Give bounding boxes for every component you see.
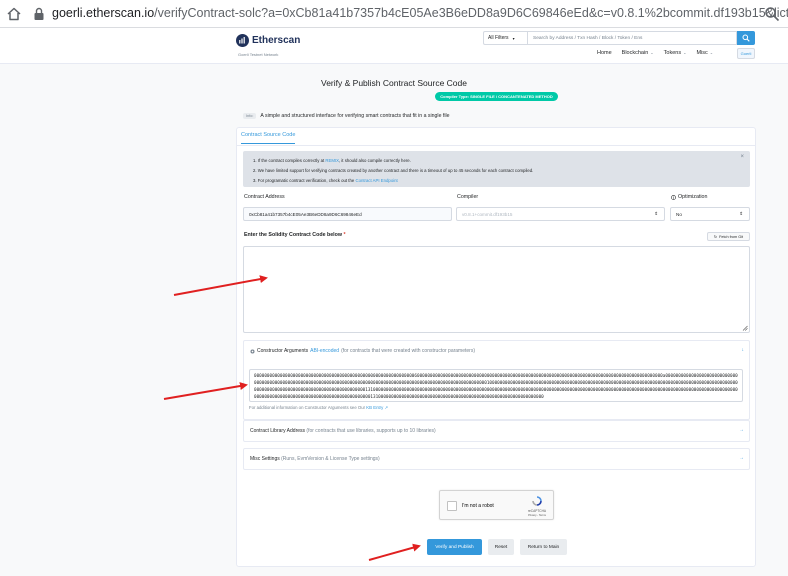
- search-placeholder: Search by Address / Txn Hash / Block / T…: [533, 35, 643, 41]
- select-arrows-icon: ⇕: [654, 211, 658, 216]
- optimization-label-row: Optimization: [671, 194, 707, 200]
- compiler-select[interactable]: v0.8.1+commit.df193b15 ⇕: [456, 207, 665, 221]
- page-title: Verify & Publish Contract Source Code: [321, 78, 467, 88]
- etherscan-logo-icon: [236, 34, 249, 47]
- search-icon: [742, 34, 750, 42]
- misc-settings-header: Misc Settings (Runs, EvmVersion & Licens…: [250, 456, 380, 462]
- arrow-right-icon[interactable]: →: [739, 427, 744, 433]
- notice-line-1: 1. If the contract compiles correctly at…: [253, 158, 411, 163]
- reset-button[interactable]: Reset: [488, 539, 514, 555]
- url-host: goerli.etherscan.io: [52, 6, 155, 20]
- chevron-down-icon: ⌄: [709, 50, 714, 55]
- constructor-arguments-header[interactable]: Constructor Arguments ABI-encoded (for c…: [250, 348, 475, 354]
- chevron-down-icon: ⌄: [683, 50, 687, 55]
- nav-item-blockchain[interactable]: Blockchain ⌄: [622, 50, 654, 56]
- constructor-arguments-textarea[interactable]: 0000000000000000000000000000000000000000…: [249, 369, 743, 402]
- recaptcha-widget: I'm not a robot reCAPTCHA Privacy - Term…: [439, 490, 554, 520]
- optimization-value: No: [676, 211, 682, 217]
- remix-link[interactable]: REMIX: [325, 158, 339, 163]
- compiler-type-badge: Compiler Type: SINGLE FILE / CONCANTENAT…: [435, 92, 558, 101]
- contract-library-section[interactable]: Contract Library Address (for contracts …: [243, 420, 750, 442]
- external-link-icon: ↗: [384, 405, 389, 410]
- nav-item-home[interactable]: Home: [597, 50, 612, 56]
- logo-text: Etherscan: [252, 35, 301, 46]
- tab-bar: Contract Source Code: [237, 128, 755, 146]
- search-filter-select[interactable]: All Filters ▾: [483, 31, 527, 45]
- contract-address-field[interactable]: 0xCb81a41b7357b4cE05Ae3B6eDD8a9D6C69846e…: [243, 207, 452, 221]
- compiler-label: Compiler: [457, 194, 479, 200]
- contract-address-label: Contract Address: [244, 194, 285, 200]
- close-icon[interactable]: ×: [740, 154, 744, 160]
- compiler-value: v0.8.1+commit.df193b15: [462, 211, 513, 217]
- verify-form-card: Contract Source Code 1. If the contract …: [236, 127, 756, 567]
- recaptcha-logo-icon: [532, 496, 542, 506]
- network-switch-button[interactable]: Goerli: [737, 48, 755, 59]
- info-circle-icon[interactable]: [671, 194, 676, 200]
- arrow-right-icon[interactable]: →: [739, 455, 744, 461]
- recaptcha-label: I'm not a robot: [462, 503, 494, 509]
- return-to-main-button[interactable]: Return to Main: [520, 539, 567, 555]
- refresh-icon: ↻: [713, 235, 718, 239]
- source-code-textarea[interactable]: [243, 246, 750, 333]
- url-path: /verifyContract-solc?a=0xCb81a41b7357b4c…: [154, 6, 788, 20]
- nav-item-tokens[interactable]: Tokens ⌄: [664, 50, 687, 56]
- home-icon[interactable]: [6, 6, 22, 22]
- main-nav: Home Blockchain ⌄ Tokens ⌄ Misc ⌄: [597, 50, 713, 56]
- required-mark: *: [343, 232, 346, 238]
- contract-api-link[interactable]: Contract API Endpoint: [355, 178, 397, 183]
- misc-settings-section[interactable]: Misc Settings (Runs, EvmVersion & Licens…: [243, 448, 750, 470]
- site-header: Etherscan Goerli Testnet Network All Fil…: [0, 28, 788, 64]
- recaptcha-checkbox[interactable]: [447, 501, 457, 511]
- chevron-down-icon[interactable]: ↓: [742, 347, 745, 353]
- info-text: A simple and structured interface for ve…: [260, 113, 450, 119]
- info-line: Info: A simple and structured interface …: [243, 113, 450, 119]
- chevron-down-icon: ▾: [512, 35, 515, 41]
- gear-icon: [250, 349, 255, 353]
- zoom-search-icon[interactable]: [764, 6, 780, 22]
- resize-grip-icon[interactable]: [742, 325, 748, 331]
- network-label: Goerli Testnet Network: [238, 52, 279, 57]
- tab-contract-source-code[interactable]: Contract Source Code: [241, 132, 296, 144]
- fetch-from-git-button[interactable]: ↻ Fetch from Git: [707, 232, 750, 241]
- chevron-down-icon: ⌄: [650, 50, 654, 55]
- recaptcha-brand: reCAPTCHA: [527, 509, 547, 513]
- annotation-arrow-args: [163, 382, 248, 400]
- nav-item-misc[interactable]: Misc ⌄: [696, 50, 713, 56]
- info-tag: Info:: [243, 113, 257, 119]
- recaptcha-terms[interactable]: Privacy - Terms: [526, 514, 548, 517]
- optimization-select[interactable]: No ⇕: [670, 207, 750, 221]
- optimization-label: Optimization: [678, 194, 708, 200]
- kb-entry-link[interactable]: KB Entry: [366, 405, 383, 410]
- browser-address-bar: goerli.etherscan.io/verifyContract-solc?…: [0, 0, 788, 28]
- notice-line-2: 2. We have limited support for verifying…: [253, 168, 534, 174]
- verify-and-publish-button[interactable]: Verify and Publish: [427, 539, 482, 555]
- url-bar[interactable]: goerli.etherscan.io/verifyContract-solc?…: [52, 6, 788, 20]
- code-label: Enter the Solidity Contract Code below *: [244, 232, 346, 238]
- constructor-arguments-note: For additional information on Constructo…: [249, 405, 389, 410]
- search-input[interactable]: Search by Address / Txn Hash / Block / T…: [527, 31, 737, 45]
- search-filter-value: All Filters: [488, 35, 509, 41]
- etherscan-logo[interactable]: Etherscan: [236, 34, 300, 47]
- select-arrows-icon: ⇕: [739, 211, 743, 216]
- notice-line-3: 3. For programatic contract verification…: [253, 178, 398, 184]
- notice-box: 1. If the contract compiles correctly at…: [243, 151, 750, 187]
- contract-library-header: Contract Library Address (for contracts …: [250, 428, 436, 434]
- search-button[interactable]: [737, 31, 755, 45]
- abi-encoded-link[interactable]: ABI-encoded: [310, 348, 339, 354]
- lock-icon[interactable]: [33, 7, 45, 21]
